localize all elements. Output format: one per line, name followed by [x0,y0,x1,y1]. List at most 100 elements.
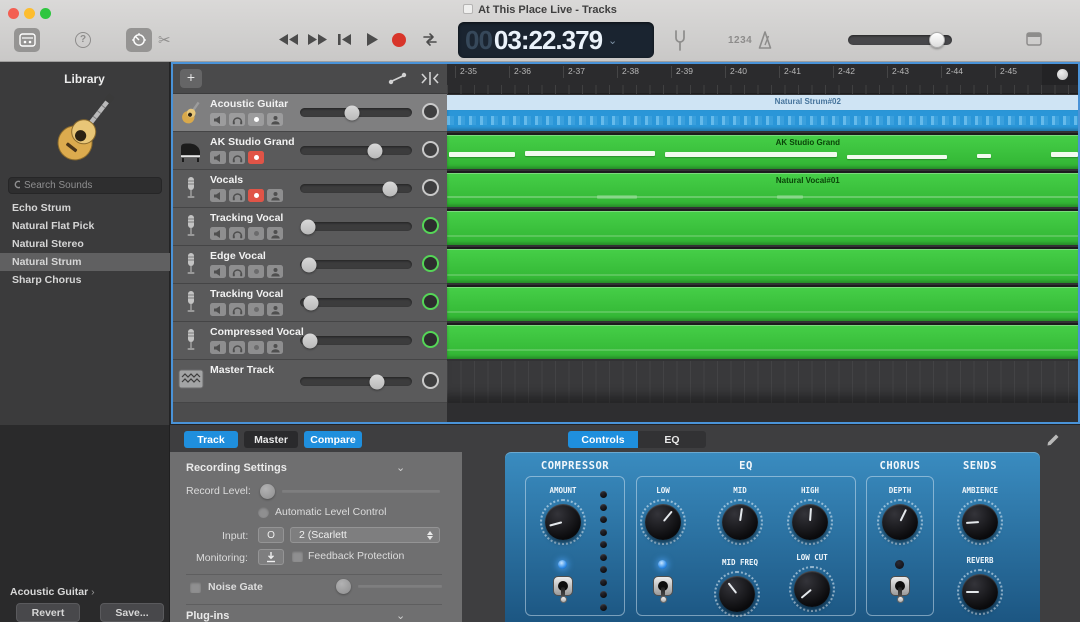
record-enable-button[interactable] [248,151,264,164]
track-row-vocals[interactable]: Vocals [172,170,447,208]
master-volume-slider[interactable] [848,35,952,45]
region-tracking-vocal-1[interactable] [447,209,1080,245]
smart-controls-button[interactable] [126,28,152,52]
zoom-knob[interactable] [1057,69,1068,80]
pan-knob[interactable] [422,255,439,272]
loop-browser-button[interactable] [1026,32,1042,51]
track-row-edge-vocal[interactable]: Edge Vocal [172,246,447,284]
monitoring-button[interactable] [258,549,284,565]
mute-button[interactable] [210,151,226,164]
pan-knob[interactable] [422,293,439,310]
region-edge-vocal[interactable] [447,247,1080,283]
mute-button[interactable] [210,227,226,240]
region-tracking-vocal-2[interactable] [447,285,1080,321]
volume-thumb[interactable] [301,257,316,272]
record-enable-button[interactable] [248,265,264,278]
reverb-knob[interactable] [957,569,1003,615]
region-ak-studio-grand[interactable]: AK Studio Grand [447,133,1080,169]
go-to-beginning-button[interactable] [337,33,352,51]
plugins-header[interactable]: Plug-ins [186,610,229,622]
patch-breadcrumb[interactable]: Acoustic Guitar › [10,586,95,598]
input-monitoring-button[interactable] [267,341,283,354]
track-row-tracking-vocal-2[interactable]: Tracking Vocal [172,284,447,322]
lcd-chevron-icon[interactable]: ⌄ [608,34,617,47]
depth-knob[interactable] [877,499,923,545]
recording-settings-header[interactable]: Recording Settings [186,462,287,474]
save-button[interactable]: Save... [100,603,164,622]
library-item-sharp-chorus[interactable]: Sharp Chorus [0,271,170,289]
track-row-ak-studio-grand[interactable]: AK Studio Grand [172,132,447,170]
library-item-natural-flat-pick[interactable]: Natural Flat Pick [0,217,170,235]
record-enable-button[interactable] [248,227,264,240]
collapse-chevron-icon[interactable]: ⌄ [396,609,405,622]
metronome-button[interactable] [756,30,774,55]
record-enable-button[interactable] [248,303,264,316]
solo-button[interactable] [229,265,245,278]
record-level-knob[interactable] [260,484,275,499]
solo-button[interactable] [229,189,245,202]
pan-knob[interactable] [422,217,439,234]
track-row-acoustic-guitar[interactable]: Acoustic Guitar [172,94,447,132]
ambience-knob[interactable] [957,499,1003,545]
region-natural-vocal[interactable]: Natural Vocal#01 [447,171,1080,207]
record-enable-button[interactable] [248,113,264,126]
pan-knob[interactable] [422,141,439,158]
automation-button[interactable] [386,70,410,92]
track-volume-slider[interactable] [300,222,412,231]
volume-thumb[interactable] [368,143,383,158]
solo-button[interactable] [229,341,245,354]
library-item-echo-strum[interactable]: Echo Strum [0,199,170,217]
track-volume-slider[interactable] [300,108,412,117]
mute-button[interactable] [210,189,226,202]
noise-gate-knob[interactable] [336,579,351,594]
solo-button[interactable] [229,227,245,240]
track-volume-slider[interactable] [300,260,412,269]
track-row-master[interactable]: Master Track [172,360,447,403]
pan-knob[interactable] [422,372,439,389]
collapse-chevron-icon[interactable]: ⌄ [396,461,405,474]
pan-knob[interactable] [422,331,439,348]
solo-button[interactable] [229,303,245,316]
add-track-button[interactable]: + [180,69,202,88]
mute-button[interactable] [210,341,226,354]
region-natural-strum[interactable]: Natural Strum#02 [447,95,1080,131]
noise-gate-track[interactable] [358,585,442,587]
feedback-protection-checkbox[interactable] [292,551,303,562]
record-enable-button[interactable] [248,189,264,202]
input-monitoring-button[interactable] [267,227,283,240]
pan-knob[interactable] [422,103,439,120]
library-item-natural-strum[interactable]: Natural Strum [0,253,170,271]
track-volume-slider[interactable] [300,184,412,193]
record-enable-button[interactable] [248,341,264,354]
track-row-tracking-vocal-1[interactable]: Tracking Vocal [172,208,447,246]
record-level-track[interactable] [282,490,440,492]
low-knob[interactable] [640,499,686,545]
mute-button[interactable] [210,113,226,126]
input-monitoring-button[interactable] [267,113,283,126]
volume-thumb[interactable] [300,219,315,234]
input-monitoring-button[interactable] [267,303,283,316]
region-compressed-vocal[interactable] [447,323,1080,359]
lcd-time-display[interactable]: 00 03:22.379 ⌄ [458,22,654,58]
tuner-button[interactable] [672,30,688,56]
auto-level-checkbox[interactable] [258,507,269,518]
mid-knob[interactable] [717,499,763,545]
track-volume-slider[interactable] [300,298,412,307]
volume-thumb[interactable] [370,374,385,389]
count-in-button[interactable]: 1234 [728,35,752,46]
volume-thumb[interactable] [382,181,397,196]
track-tab[interactable]: Track [184,431,238,448]
library-item-natural-stereo[interactable]: Natural Stereo [0,235,170,253]
timeline-ruler[interactable]: 2-35 2-36 2-37 2-38 2-39 2-40 2-41 2-42 … [447,62,1080,94]
low-cut-knob[interactable] [789,566,835,612]
timeline-area[interactable]: 2-35 2-36 2-37 2-38 2-39 2-40 2-41 2-42 … [447,62,1080,424]
mid-freq-knob[interactable] [714,571,760,617]
record-button[interactable] [392,33,406,47]
input-monitoring-button[interactable] [267,265,283,278]
volume-slider-thumb[interactable] [929,32,945,48]
track-volume-slider[interactable] [300,377,412,386]
track-row-compressed-vocal[interactable]: Compressed Vocal [172,322,447,360]
eq-toggle-switch[interactable] [652,576,674,603]
edit-controls-button[interactable] [1046,432,1061,452]
chorus-toggle-switch[interactable] [889,576,911,603]
